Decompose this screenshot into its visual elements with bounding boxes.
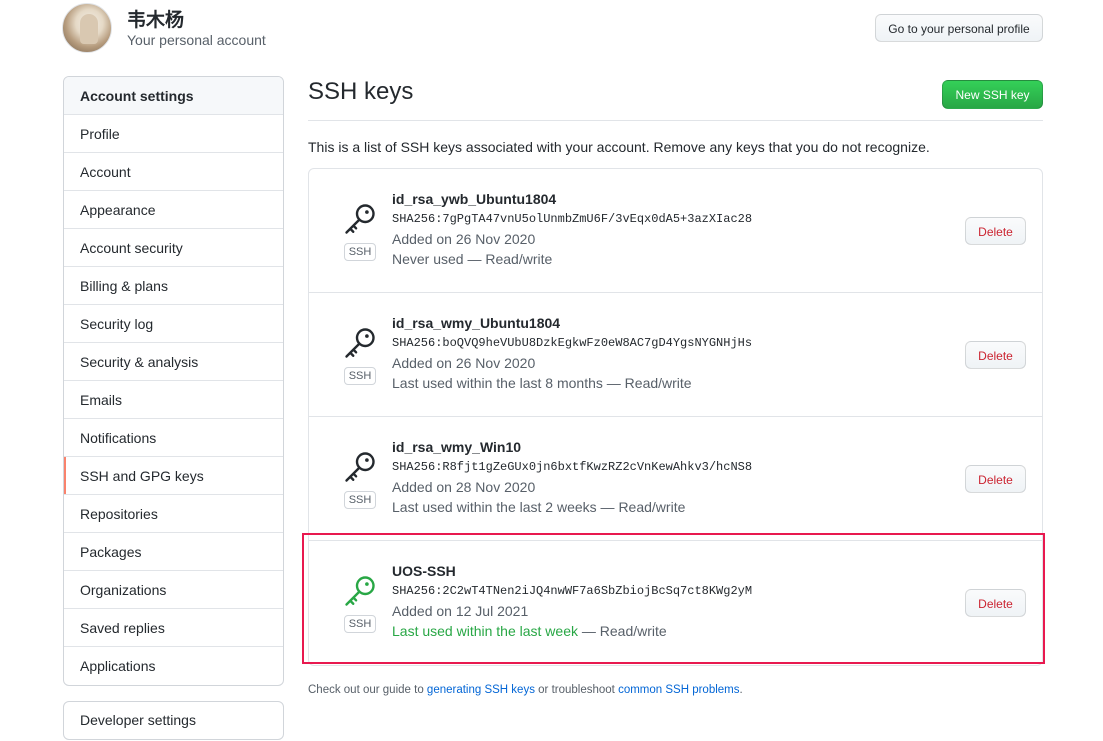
key-added-date: Added on 26 Nov 2020 [392,355,536,371]
sidebar-item-security-analysis[interactable]: Security & analysis [64,343,283,381]
intro-text: This is a list of SSH keys associated wi… [308,139,930,155]
delete-key-button[interactable]: Delete [965,341,1026,369]
key-title: UOS-SSH [392,563,456,579]
ssh-badge: SSH [343,243,377,261]
divider [308,120,1043,121]
key-fingerprint: SHA256:boQVQ9heVUbU8DzkEgkwFz0eW8AC7gD4Y… [392,336,753,350]
page-title: SSH keys [308,78,414,105]
key-title: id_rsa_ywb_Ubuntu1804 [392,191,557,207]
key-icon [340,449,380,485]
key-usage-text: Last used within the last 8 months — Rea… [392,375,692,391]
sidebar-item-developer-settings[interactable]: Developer settings [63,701,284,740]
key-icon [340,201,380,237]
sidebar-item-notifications[interactable]: Notifications [64,419,283,457]
sidebar-item-packages[interactable]: Packages [64,533,283,571]
sidebar-item-saved-replies[interactable]: Saved replies [64,609,283,647]
key-info: id_rsa_ywb_Ubuntu1804 SHA256:7gPgTA47vnU… [392,191,752,267]
key-title: id_rsa_wmy_Ubuntu1804 [392,315,561,331]
user-name: 韦木杨 [127,10,185,31]
ssh-key-row: SSH UOS-SSH SHA256:2C2wT4TNen2iJQ4nwWF7a… [309,541,1042,665]
sidebar-heading: Account settings [64,77,283,115]
ssh-badge: SSH [343,491,377,509]
ssh-key-row: SSH id_rsa_wmy_Ubuntu1804 SHA256:boQVQ9h… [309,293,1042,417]
sidebar-item-appearance[interactable]: Appearance [64,191,283,229]
ssh-key-row: SSH id_rsa_ywb_Ubuntu1804 SHA256:7gPgTA4… [309,169,1042,293]
footer-suffix: . [739,684,743,696]
key-usage: Last used within the last week — Read/wr… [392,623,752,639]
key-icon-block: SSH [340,449,380,509]
key-fingerprint: SHA256:R8fjt1gZeGUx0jn6bxtfKwzRZ2cVnKewA… [392,460,753,474]
key-usage: Last used within the last 8 months — Rea… [392,375,752,391]
sidebar-item-billing[interactable]: Billing & plans [64,267,283,305]
key-title: id_rsa_wmy_Win10 [392,439,522,455]
sidebar-item-security-log[interactable]: Security log [64,305,283,343]
key-icon-block: SSH [340,573,380,633]
settings-sidebar: Account settings Profile Account Appeara… [63,76,284,686]
account-type-label: Your personal account [127,32,266,48]
key-info: id_rsa_wmy_Win10 SHA256:R8fjt1gZeGUx0jn6… [392,439,752,515]
key-usage: Last used within the last 2 weeks — Read… [392,499,752,515]
key-info: UOS-SSH SHA256:2C2wT4TNen2iJQ4nwWF7a6SbZ… [392,563,752,639]
key-usage-text: — Read/write [578,623,667,639]
sidebar-item-ssh-gpg-keys[interactable]: SSH and GPG keys [64,457,283,495]
footer-middle: or troubleshoot [534,684,619,696]
avatar-figure [80,14,98,44]
sidebar-item-profile[interactable]: Profile [64,115,283,153]
ssh-badge: SSH [343,615,377,633]
key-icon-block: SSH [340,201,380,261]
new-ssh-key-button[interactable]: New SSH key [942,80,1043,109]
key-usage-recent: Last used within the last week [392,623,578,639]
go-to-profile-button[interactable]: Go to your personal profile [875,14,1043,42]
key-added-date: Added on 28 Nov 2020 [392,479,536,495]
key-fingerprint: SHA256:2C2wT4TNen2iJQ4nwWF7a6SbZbiojBcSq… [392,584,753,598]
key-icon [340,325,380,361]
delete-key-button[interactable]: Delete [965,589,1026,617]
key-added-date: Added on 12 Jul 2021 [392,603,529,619]
footer-prefix: Check out our guide to [308,684,427,696]
key-icon [340,573,380,609]
sidebar-item-account[interactable]: Account [64,153,283,191]
sidebar-item-repositories[interactable]: Repositories [64,495,283,533]
avatar[interactable] [62,3,112,53]
key-usage-text: Last used within the last 2 weeks — Read… [392,499,686,515]
common-ssh-problems-link[interactable]: common SSH problems [618,684,739,696]
sidebar-item-organizations[interactable]: Organizations [64,571,283,609]
key-icon-block: SSH [340,325,380,385]
key-usage: Never used — Read/write [392,251,752,267]
key-added-date: Added on 26 Nov 2020 [392,231,536,247]
ssh-key-row: SSH id_rsa_wmy_Win10 SHA256:R8fjt1gZeGUx… [309,417,1042,541]
delete-key-button[interactable]: Delete [965,465,1026,493]
delete-key-button[interactable]: Delete [965,217,1026,245]
key-fingerprint: SHA256:7gPgTA47vnU5olUnmbZmU6F/3vEqx0dA5… [392,212,753,226]
sidebar-item-account-security[interactable]: Account security [64,229,283,267]
sidebar-item-applications[interactable]: Applications [64,647,283,685]
ssh-badge: SSH [343,367,377,385]
generating-ssh-keys-link[interactable]: generating SSH keys [427,684,535,696]
key-usage-text: Never used — Read/write [392,251,553,267]
sidebar-item-emails[interactable]: Emails [64,381,283,419]
help-footer: Check out our guide to generating SSH ke… [308,684,743,696]
ssh-key-list: SSH id_rsa_ywb_Ubuntu1804 SHA256:7gPgTA4… [308,168,1043,666]
key-info: id_rsa_wmy_Ubuntu1804 SHA256:boQVQ9heVUb… [392,315,752,391]
